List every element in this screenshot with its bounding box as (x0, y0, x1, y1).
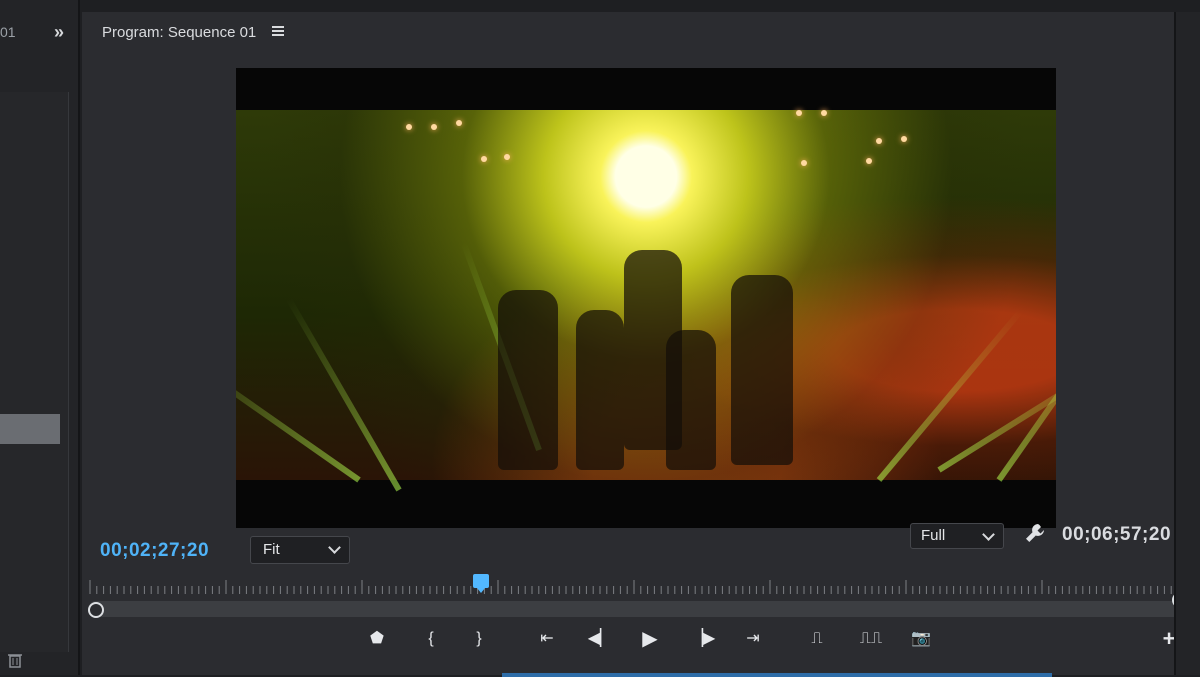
lift-button[interactable]: ⎍ (804, 626, 830, 652)
go-to-out-button[interactable]: ⇥ (740, 626, 766, 652)
monitor-controls-row: 00;02;27;20 Fit Full 00;06;57;20 (82, 523, 1174, 564)
export-frame-button[interactable]: 📷 (908, 626, 934, 652)
playback-resolution-select[interactable]: Full (910, 523, 1004, 549)
current-timecode[interactable]: 00;02;27;20 (100, 540, 209, 562)
go-to-in-button[interactable]: ⇤ (534, 626, 560, 652)
extract-button[interactable]: ⎍⎍ (854, 626, 888, 652)
chevron-down-icon (982, 528, 995, 541)
concert-stage-frame (236, 110, 1056, 492)
zoom-level-label: Fit (263, 541, 280, 558)
transport-controls: ⬟ { } ⇤ ◀▏ ▶ ▕▶ ⇥ ⎍ ⎍⎍ 📷 + (82, 620, 1175, 660)
mark-out-button[interactable]: } (466, 626, 492, 652)
mark-in-button[interactable]: { (418, 626, 444, 652)
resolution-label: Full (921, 527, 946, 544)
scroll-handle-left[interactable] (88, 602, 104, 618)
wrench-icon[interactable] (1024, 522, 1050, 548)
chevron-down-icon (328, 541, 341, 554)
zoom-level-select[interactable]: Fit (250, 536, 350, 564)
step-forward-button[interactable]: ▕▶ (690, 626, 716, 652)
add-marker-button[interactable]: ⬟ (364, 626, 390, 652)
step-back-button[interactable]: ◀▏ (587, 626, 613, 652)
project-list (0, 92, 69, 652)
project-panel: 01 » (0, 0, 80, 675)
hamburger-menu-icon[interactable] (272, 26, 284, 36)
selected-item[interactable] (0, 414, 60, 444)
panel-tab-fragment[interactable]: 01 (0, 24, 16, 40)
video-preview (236, 68, 1056, 528)
panel-title[interactable]: Program: Sequence 01 (102, 24, 256, 41)
duration-timecode: 00;06;57;20 (1062, 524, 1172, 545)
program-monitor: Program: Sequence 01 00;02;27;20 Fit Ful… (82, 12, 1188, 677)
trash-icon[interactable] (8, 652, 22, 670)
right-panel-strip (1174, 12, 1200, 675)
zoom-scrollbar[interactable] (88, 592, 1188, 618)
time-ruler[interactable] (86, 580, 1182, 594)
playhead[interactable] (472, 574, 489, 593)
play-button[interactable]: ▶ (637, 626, 663, 652)
panel-focus-indicator (502, 673, 1052, 677)
expand-panels-icon[interactable]: » (54, 22, 64, 43)
